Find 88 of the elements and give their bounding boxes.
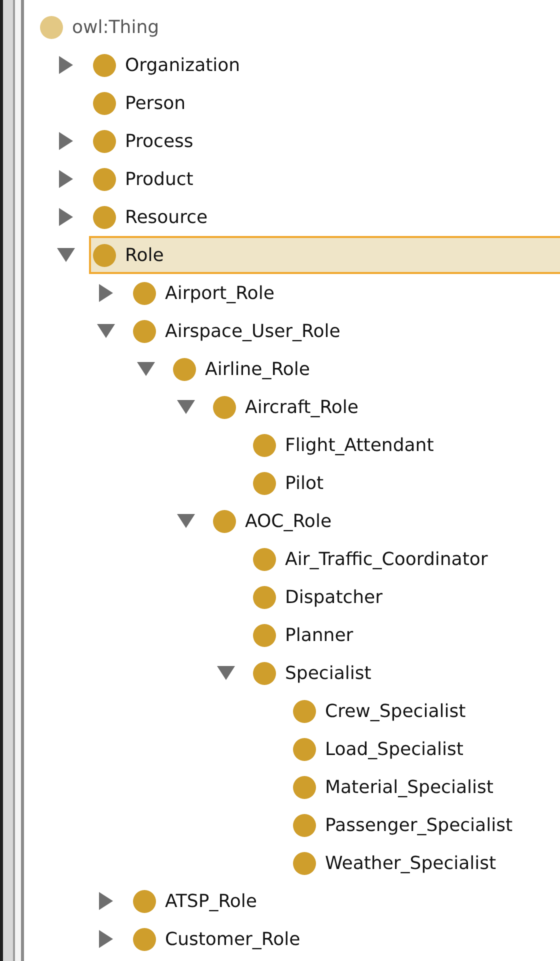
tree-node[interactable]: Process xyxy=(89,122,560,160)
tree-node[interactable]: Dispatcher xyxy=(249,578,560,616)
class-icon xyxy=(93,54,116,76)
class-label: Specialist xyxy=(285,662,372,684)
tree-node[interactable]: Pilot xyxy=(249,464,560,502)
class-icon xyxy=(93,168,116,190)
class-icon xyxy=(40,16,63,38)
class-label: Flight_Attendant xyxy=(285,434,434,456)
tree-node[interactable]: Role xyxy=(89,236,560,274)
class-icon xyxy=(253,624,276,646)
tree-node[interactable]: Person xyxy=(89,84,560,122)
expand-arrow-icon[interactable] xyxy=(99,930,113,948)
class-label: Airport_Role xyxy=(165,282,274,304)
class-label: Person xyxy=(125,92,186,114)
tree-node[interactable]: Organization xyxy=(89,46,560,84)
class-label: Airline_Role xyxy=(205,358,310,380)
collapse-arrow-icon[interactable] xyxy=(177,400,195,414)
class-label: AOC_Role xyxy=(245,510,332,532)
tree-node[interactable]: owl:Thing xyxy=(36,8,560,46)
tree-node[interactable]: Product xyxy=(89,160,560,198)
class-icon xyxy=(293,852,316,874)
tree-node[interactable]: Airport_Role xyxy=(129,274,560,312)
tree-node[interactable]: Material_Specialist xyxy=(289,768,560,806)
collapse-arrow-icon[interactable] xyxy=(137,362,155,376)
class-label: Customer_Role xyxy=(165,928,300,950)
class-icon xyxy=(213,510,236,532)
class-icon xyxy=(293,776,316,798)
class-label: Resource xyxy=(125,206,208,228)
tree-node[interactable]: Load_Specialist xyxy=(289,730,560,768)
class-label: Material_Specialist xyxy=(325,776,494,798)
class-icon xyxy=(93,92,116,114)
class-label: Pilot xyxy=(285,472,324,494)
class-label: Airspace_User_Role xyxy=(165,320,340,342)
class-icon xyxy=(93,244,116,266)
class-label: Planner xyxy=(285,624,354,646)
tree-node[interactable]: Weather_Specialist xyxy=(289,844,560,882)
class-icon xyxy=(133,282,156,304)
class-icon xyxy=(133,928,156,950)
class-label: owl:Thing xyxy=(72,16,160,38)
expand-arrow-icon[interactable] xyxy=(99,892,113,910)
class-label: Crew_Specialist xyxy=(325,700,466,722)
class-label: Air_Traffic_Coordinator xyxy=(285,548,488,570)
class-label: Weather_Specialist xyxy=(325,852,496,874)
class-icon xyxy=(253,586,276,608)
class-icon xyxy=(93,130,116,152)
class-label: Role xyxy=(125,244,164,266)
class-icon xyxy=(93,206,116,228)
class-icon xyxy=(213,396,236,418)
tree-node[interactable]: ATSP_Role xyxy=(129,882,560,920)
tree-node[interactable]: Resource xyxy=(89,198,560,236)
tree-node[interactable]: Planner xyxy=(249,616,560,654)
class-icon xyxy=(253,548,276,570)
tree-node[interactable]: Air_Traffic_Coordinator xyxy=(249,540,560,578)
class-icon xyxy=(133,890,156,912)
collapse-arrow-icon[interactable] xyxy=(57,248,75,262)
tree-node[interactable]: Specialist xyxy=(249,654,560,692)
tree-node[interactable]: Customer_Role xyxy=(129,920,560,958)
expand-arrow-icon[interactable] xyxy=(59,208,73,226)
collapse-arrow-icon[interactable] xyxy=(217,666,235,680)
tree-node[interactable]: AOC_Role xyxy=(209,502,560,540)
class-icon xyxy=(293,738,316,760)
class-label: ATSP_Role xyxy=(165,890,257,912)
tree-node[interactable]: Airline_Role xyxy=(169,350,560,388)
collapse-arrow-icon[interactable] xyxy=(97,324,115,338)
tree-node[interactable]: Airspace_User_Role xyxy=(129,312,560,350)
class-label: Organization xyxy=(125,54,240,76)
class-icon xyxy=(293,814,316,836)
class-icon xyxy=(173,358,196,380)
expand-arrow-icon[interactable] xyxy=(59,56,73,74)
class-label: Aircraft_Role xyxy=(245,396,359,418)
tree-node[interactable]: Crew_Specialist xyxy=(289,692,560,730)
expand-arrow-icon[interactable] xyxy=(59,132,73,150)
class-label: Product xyxy=(125,168,194,190)
class-icon xyxy=(253,662,276,684)
class-icon xyxy=(253,434,276,456)
collapse-arrow-icon[interactable] xyxy=(177,514,195,528)
class-label: Passenger_Specialist xyxy=(325,814,513,836)
class-icon xyxy=(133,320,156,342)
class-label: Load_Specialist xyxy=(325,738,464,760)
expand-arrow-icon[interactable] xyxy=(59,170,73,188)
class-icon xyxy=(253,472,276,494)
class-icon xyxy=(293,700,316,722)
class-label: Dispatcher xyxy=(285,586,383,608)
tree-node[interactable]: Passenger_Specialist xyxy=(289,806,560,844)
tree-node[interactable]: Flight_Attendant xyxy=(249,426,560,464)
tree-node[interactable]: Aircraft_Role xyxy=(209,388,560,426)
expand-arrow-icon[interactable] xyxy=(99,284,113,302)
class-label: Process xyxy=(125,130,194,152)
